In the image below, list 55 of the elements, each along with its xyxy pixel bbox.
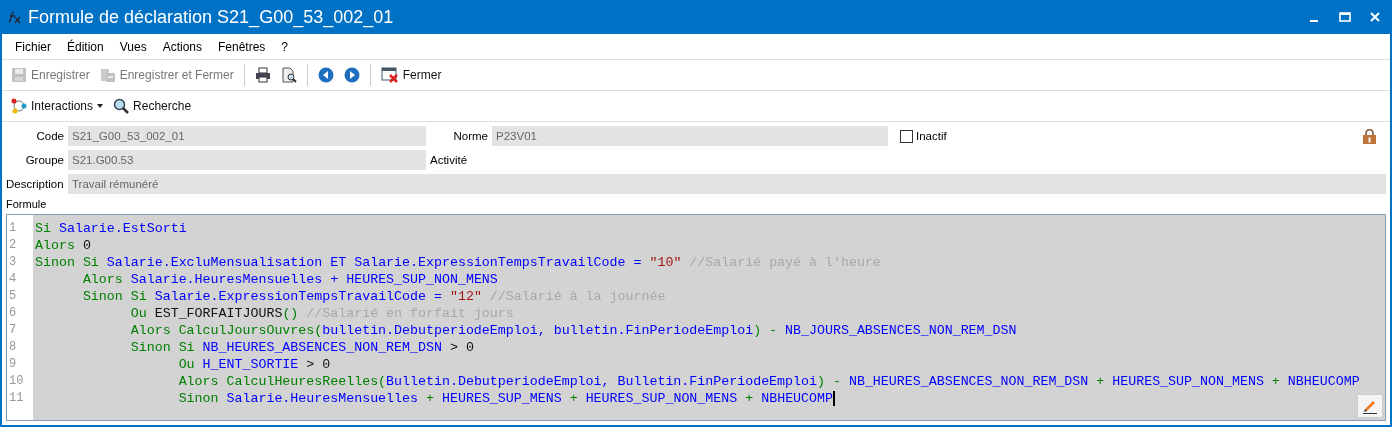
field-label: Norme [452, 130, 489, 142]
interactions-button[interactable]: Interactions [8, 96, 107, 116]
checkbox-label: Inactif [916, 130, 947, 142]
menu-item[interactable]: ? [273, 39, 297, 54]
code-editor[interactable] [6, 214, 1386, 421]
code-line: Alors CalculJoursOuvres(bulletin.DebutperiodeEmploi, bulletin.FinPeriodeEmploi) - NB_JOURS_ABSENCES_NON_REM_DSN [129, 322, 1018, 339]
field-label: Code [35, 130, 65, 142]
description-field[interactable]: Travail rémunéré [68, 174, 1386, 194]
field-label: Groupe [24, 154, 65, 166]
print-preview-icon [280, 67, 297, 83]
code-line: Alors CalculHeuresReelles(Bulletin.DebutperiodeEmploi, Bulletin.FinPeriodeEmploi) - NB_HEURES_ABSENCES_NON_REM_DSN + HEURES_SUP_NON_MENS + NBHEUCOMP [177, 373, 1361, 390]
search-icon [113, 98, 130, 114]
menu-item[interactable]: Fenêtres [210, 39, 274, 54]
line-number: 4 [8, 271, 18, 288]
menu-item[interactable]: Fichier [7, 39, 59, 54]
menu-item[interactable]: Vues [111, 39, 155, 54]
code-line: Alors 0 [35, 237, 92, 254]
printer-icon [254, 67, 271, 83]
close-icon[interactable] [1368, 10, 1382, 24]
caret-icon [97, 104, 104, 108]
field-label: Description [6, 178, 65, 190]
line-number: 6 [8, 305, 18, 322]
code-field[interactable]: S21_G00_53_002_01 [68, 126, 426, 146]
menu-item[interactable]: Édition [59, 39, 112, 54]
checkbox[interactable] [900, 129, 913, 143]
line-number: 7 [8, 322, 18, 339]
code-line: Ou H_ENT_SORTIE > 0 [177, 356, 332, 373]
line-number: 11 [8, 390, 25, 407]
field-label: Formule [6, 198, 48, 210]
field-label: Activité [429, 154, 469, 166]
close-button[interactable]: Fermer [377, 65, 445, 85]
search-button[interactable]: Recherche [110, 96, 195, 116]
menu-item[interactable]: Actions [154, 39, 210, 54]
pencil-icon [1362, 398, 1378, 414]
code-line: Si Salarie.EstSorti [35, 220, 188, 237]
function-icon [6, 10, 22, 24]
edit-button[interactable] [1357, 394, 1383, 418]
code-line: Alors Salarie.HeuresMensuelles + HEURES_SUP_NON_MENS [81, 271, 499, 288]
line-number: 2 [8, 237, 18, 254]
line-number: 1 [8, 220, 18, 237]
line-number: 9 [8, 356, 18, 373]
line-number: 3 [8, 254, 18, 271]
maximize-icon[interactable] [1338, 10, 1352, 24]
network-icon [11, 98, 27, 114]
padlock-icon [1363, 128, 1376, 144]
window-close-icon [380, 67, 399, 83]
window-title: Formule de déclaration S21_G00_53_002_01 [28, 6, 395, 28]
code-line: Sinon Si NB_HEURES_ABSENCES_NON_REM_DSN > 0 [129, 339, 475, 356]
groupe-field[interactable]: S21.G00.53 [68, 150, 426, 170]
save-close-icon [99, 67, 116, 83]
line-number: 10 [8, 373, 25, 390]
code-line: Sinon Salarie.HeuresMensuelles + HEURES_SUP_MENS + HEURES_SUP_NON_MENS + NBHEUCOMP [35, 390, 1385, 407]
line-number: 5 [8, 288, 18, 305]
norme-field[interactable]: P23V01 [492, 126, 888, 146]
line-number: 8 [8, 339, 18, 356]
